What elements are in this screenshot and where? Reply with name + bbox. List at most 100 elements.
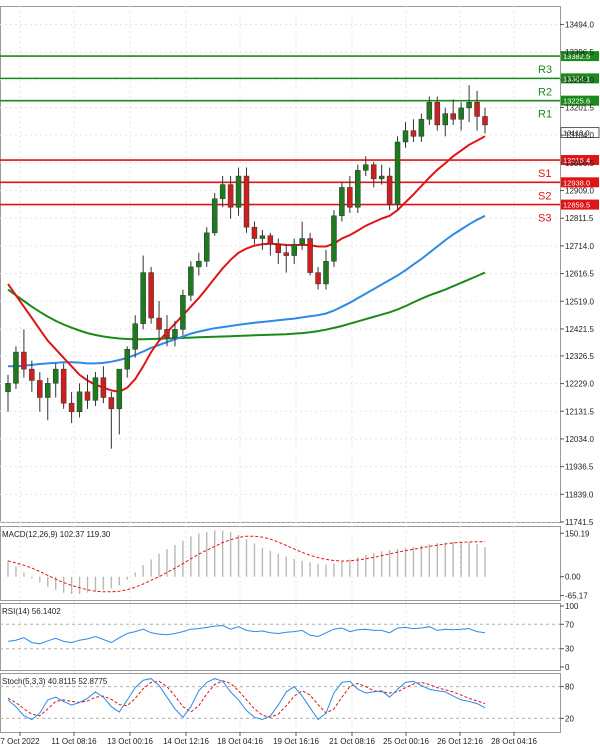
- candle-body: [116, 368, 123, 410]
- x-tick-label: 7 Oct 2022: [0, 737, 40, 746]
- level-label-r3: R3: [538, 64, 552, 76]
- y-tick-label: 12326.5: [565, 352, 594, 361]
- level-label-s1: S1: [538, 168, 551, 180]
- chart-container: 13382.5 R3 13304.1 R2 13225.6 R1 13016.4 S1 1293…: [0, 0, 600, 749]
- candle-body: [172, 329, 178, 339]
- candle-body: [188, 266, 194, 296]
- x-tick-label: 18 Oct 04:16: [217, 737, 263, 746]
- candle-body: [21, 351, 27, 370]
- candle-body: [132, 323, 138, 350]
- macd-label: MACD(12,26,9) 102.37 119.30: [2, 530, 111, 539]
- candle-body: [219, 184, 226, 200]
- candle-body: [235, 175, 242, 208]
- candle-body: [267, 235, 274, 245]
- y-tick-label: 12131.5: [565, 407, 594, 416]
- candle-body: [211, 198, 218, 234]
- y-tick-label: 12909.0: [565, 187, 594, 196]
- candle-body: [363, 164, 369, 171]
- candle-body: [37, 380, 43, 398]
- y-tick-label: 12811.5: [565, 214, 594, 223]
- candle-body: [466, 101, 472, 109]
- stoch-y-tick-label: 20: [565, 714, 574, 723]
- candle-body: [370, 164, 377, 180]
- candle-body: [355, 170, 361, 208]
- x-tick-label: 21 Oct 08:16: [329, 737, 375, 746]
- candle-body: [410, 130, 417, 137]
- y-tick-label: 13396.5: [565, 48, 594, 57]
- candle-body: [283, 252, 289, 256]
- candle-body: [378, 175, 385, 180]
- x-tick-label: 25 Oct 00:16: [383, 737, 429, 746]
- x-tick-label: 13 Oct 00:16: [107, 737, 153, 746]
- y-tick-label: 13006.5: [565, 159, 594, 168]
- y-tick-label: 12616.5: [565, 270, 594, 279]
- macd-y-tick-label: 150.19: [565, 529, 590, 538]
- moving-average-mid: [8, 214, 486, 368]
- candle-body: [339, 187, 345, 217]
- candle-body: [315, 272, 321, 285]
- candle-body: [418, 119, 425, 137]
- rsi-y-tick-label: 100: [565, 602, 579, 611]
- x-tick-label: 11 Oct 08:16: [51, 737, 97, 746]
- level-label-s3: S3: [538, 213, 551, 225]
- candle-body: [227, 184, 234, 208]
- candle-body: [394, 141, 401, 205]
- candle-body: [45, 383, 51, 398]
- candle-body: [331, 215, 337, 262]
- candle-body: [156, 317, 162, 330]
- y-tick-label: 13104.0: [565, 131, 594, 140]
- candle-body: [92, 377, 99, 401]
- y-tick-label: 11839.0: [565, 490, 594, 499]
- candle-body: [323, 260, 329, 285]
- y-tick-label: 13201.5: [565, 103, 594, 112]
- candle-body: [164, 329, 170, 339]
- candle-body: [140, 272, 146, 324]
- candle-body: [450, 113, 456, 120]
- candle-body: [474, 101, 480, 117]
- level-label-s2: S2: [538, 190, 551, 202]
- macd-y-tick-label: -65.17: [565, 592, 588, 601]
- y-tick-label: 11741.5: [565, 518, 594, 527]
- y-tick-label: 12034.0: [565, 435, 594, 444]
- stoch-y-tick-label: 80: [565, 683, 574, 692]
- candle-body: [68, 402, 75, 412]
- candle-body: [84, 391, 91, 401]
- y-tick-label: 12519.0: [565, 297, 594, 306]
- y-tick-label: 11936.5: [565, 463, 594, 472]
- candle-body: [482, 116, 488, 126]
- candle-body: [124, 348, 130, 370]
- candle-body: [426, 101, 433, 120]
- candle-body: [307, 238, 313, 273]
- candle-body: [386, 175, 393, 205]
- rsi-label: RSI(14) 56.1402: [2, 607, 61, 616]
- stoch-label: Stoch(5,3,3) 40.8115 52.8775: [2, 677, 108, 686]
- candle-body: [243, 175, 250, 228]
- y-tick-label: 12714.0: [565, 242, 594, 251]
- rsi-y-tick-label: 0: [565, 663, 570, 672]
- candle-body: [196, 260, 202, 268]
- candle-body: [29, 368, 35, 381]
- rsi-line: [7, 624, 486, 645]
- candle-body: [76, 391, 83, 412]
- candle-body: [275, 243, 282, 253]
- candle-body: [52, 368, 59, 384]
- candle-body: [442, 113, 448, 126]
- panel-border: [0, 6, 561, 523]
- x-tick-label: 19 Oct 16:16: [273, 737, 319, 746]
- candle-body: [347, 187, 353, 208]
- candle-body: [251, 226, 258, 239]
- candle-body: [180, 295, 186, 330]
- candle-body: [108, 397, 115, 410]
- macd-y-tick-label: 0.00: [565, 573, 581, 582]
- y-tick-label: 13494.0: [565, 20, 594, 29]
- candle-body: [259, 235, 266, 239]
- level-label-r2: R2: [538, 86, 552, 98]
- level-label-r1: R1: [538, 109, 552, 121]
- rsi-y-tick-label: 70: [565, 620, 574, 629]
- candle-body: [402, 130, 409, 143]
- candle-body: [5, 383, 11, 393]
- candle-body: [458, 107, 464, 120]
- forex-chart: 13382.5R313304.1R213225.6R113016.4S11293…: [0, 6, 600, 746]
- candle-body: [100, 377, 107, 398]
- candle-body: [13, 351, 19, 384]
